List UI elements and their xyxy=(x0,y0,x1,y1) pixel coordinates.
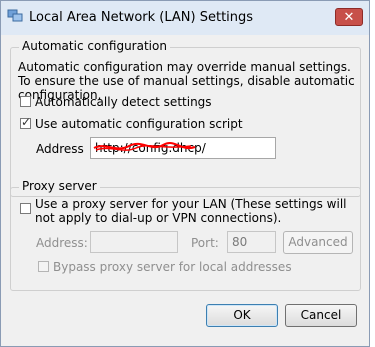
bypass-local-label[interactable]: Bypass proxy server for local addresses xyxy=(53,260,292,274)
window-title: Local Area Network (LAN) Settings xyxy=(29,10,254,25)
advanced-button[interactable]: Advanced xyxy=(283,231,353,254)
use-proxy-checkbox[interactable] xyxy=(20,203,31,214)
detect-settings-checkbox[interactable] xyxy=(20,96,31,107)
proxy-port-label: Port: xyxy=(191,236,219,250)
script-address-input[interactable]: http://config.dhcp/ xyxy=(90,137,276,159)
detect-settings-label[interactable]: Automatically detect settings xyxy=(35,95,212,109)
lan-settings-dialog: Local Area Network (LAN) Settings ✕ Auto… xyxy=(0,0,370,347)
address-label: Address xyxy=(36,142,84,156)
config-script-label[interactable]: Use automatic configuration script xyxy=(35,117,243,131)
ok-button[interactable]: OK xyxy=(206,304,278,327)
redaction-scribble xyxy=(93,142,196,151)
proxy-address-input[interactable] xyxy=(90,231,178,253)
dialog-body: Automatic configuration Automatic config… xyxy=(2,35,368,345)
network-icon xyxy=(7,9,23,22)
title-bar[interactable]: Local Area Network (LAN) Settings ✕ xyxy=(1,1,369,35)
config-script-checkbox[interactable] xyxy=(20,115,31,129)
proxy-port-input[interactable]: 80 xyxy=(227,231,276,253)
group-title-automatic-configuration: Automatic configuration xyxy=(19,39,170,53)
automatic-configuration-group: Automatic configuration Automatic config… xyxy=(10,39,361,197)
bypass-local-checkbox[interactable] xyxy=(38,261,49,272)
proxy-server-group: Proxy server Use a proxy server for your… xyxy=(10,179,361,291)
group-title-proxy-server: Proxy server xyxy=(19,179,100,193)
use-proxy-label[interactable]: Use a proxy server for your LAN (These s… xyxy=(35,197,355,225)
cancel-button[interactable]: Cancel xyxy=(285,304,357,327)
close-button[interactable]: ✕ xyxy=(335,8,363,26)
proxy-address-label: Address: xyxy=(36,236,88,250)
